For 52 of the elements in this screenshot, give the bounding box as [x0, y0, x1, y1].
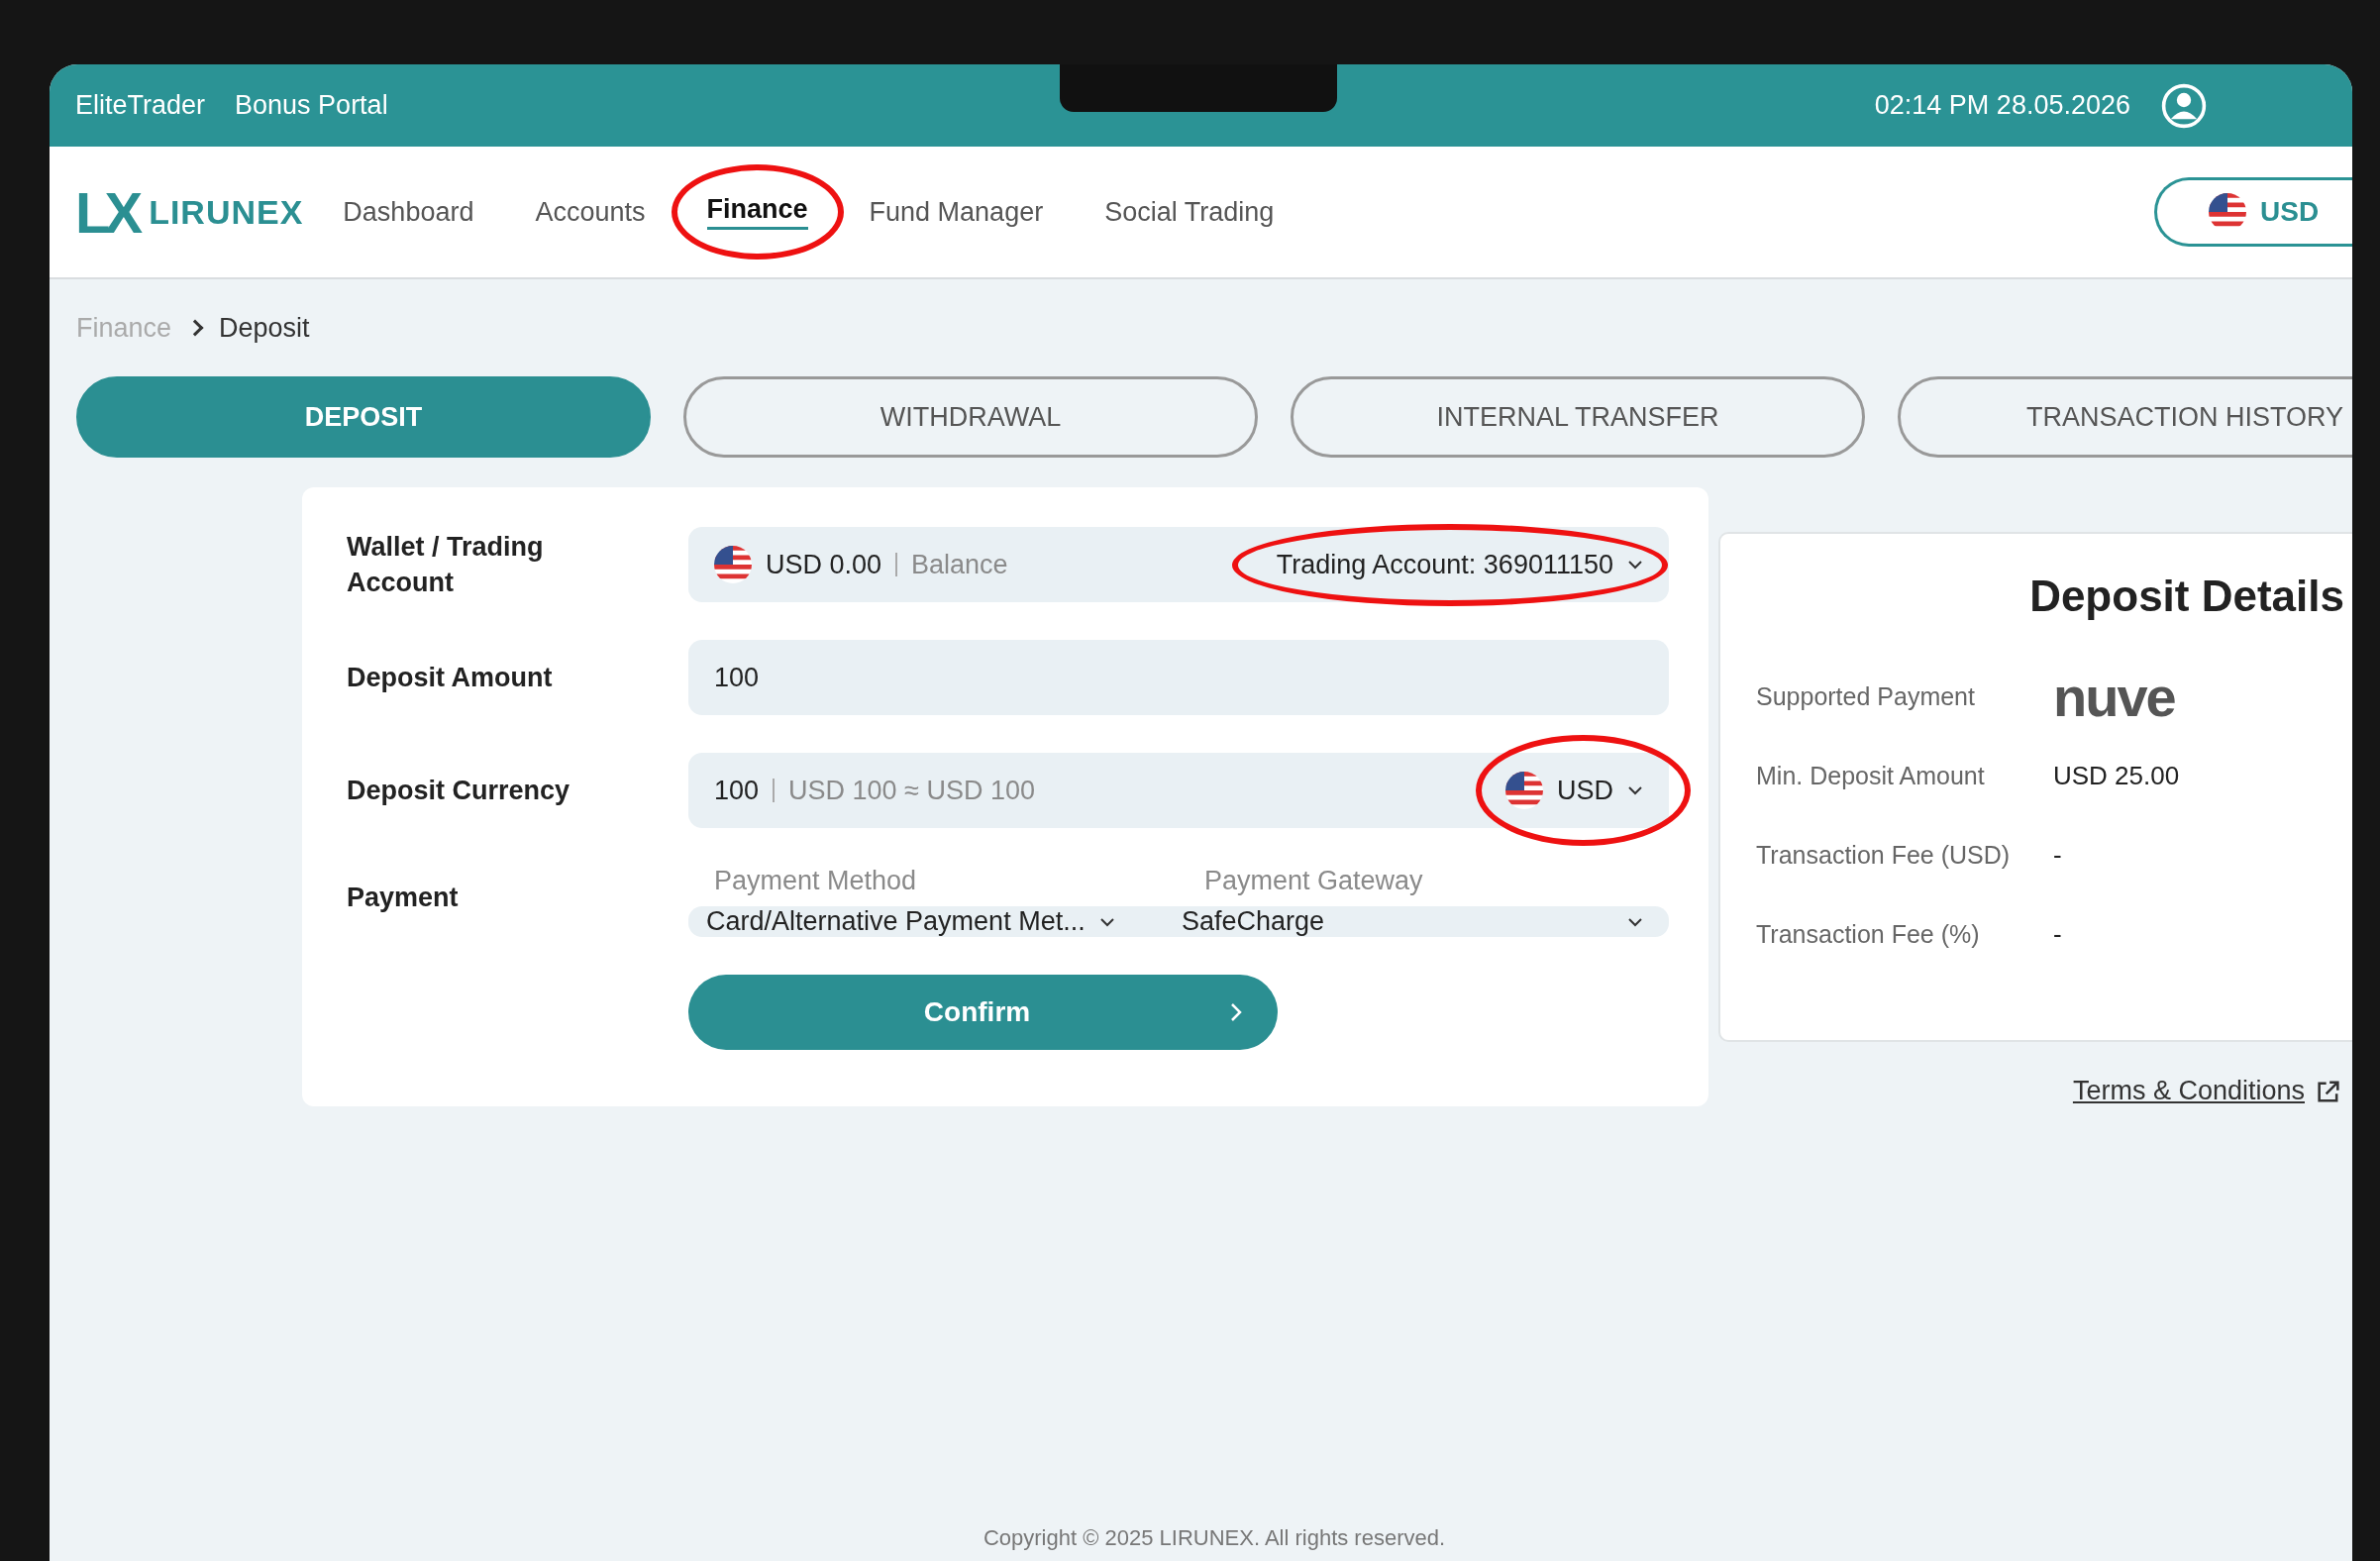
currency-field[interactable]: 100 USD 100 ≈ USD 100 USD	[688, 753, 1669, 828]
flag-icon	[714, 546, 752, 583]
flag-icon	[1505, 772, 1543, 809]
detail-value: USD 25.00	[2053, 760, 2180, 791]
tab[interactable]: TRANSACTION HISTORY	[1898, 376, 2352, 458]
payment-logo: nuve	[2053, 664, 2175, 729]
field-label: Wallet / Trading Account	[347, 531, 545, 599]
field-label: Deposit Amount	[347, 662, 554, 694]
field-label: Deposit Currency	[347, 775, 571, 807]
balance-label: Balance	[911, 549, 1008, 580]
chevron-icon	[1230, 1002, 1242, 1022]
logo: LIRUNEX	[149, 192, 304, 232]
card-title: Deposit Details	[2029, 572, 2344, 621]
caret-icon	[1627, 785, 1643, 795]
conversion-text: USD 100 ≈ USD 100	[788, 775, 1035, 806]
field-label: Payment Gateway	[1203, 866, 1424, 896]
tab[interactable]: INTERNAL TRANSFER	[1291, 376, 1865, 458]
caret-icon	[1627, 916, 1643, 927]
copyright-text: Copyright © 2025 LIRUNEX. All rights reserved.	[983, 1525, 1446, 1551]
detail-label: Transaction Fee (USD)	[1756, 840, 2012, 870]
currency-button[interactable]: USD	[2154, 177, 2352, 247]
breadcrumb-current: Deposit	[219, 312, 310, 344]
payment-method-dropdown[interactable]: Card/Alternative Payment Met...	[706, 906, 1086, 937]
user-icon[interactable]	[2160, 81, 2208, 130]
detail-label: Min. Deposit Amount	[1756, 761, 1986, 790]
detail-value: -	[2053, 918, 2062, 950]
detail-label: Supported Payment	[1756, 681, 1976, 711]
detail-value: -	[2053, 839, 2062, 871]
nav-link[interactable]: Fund Manager	[869, 196, 1044, 228]
tab[interactable]: DEPOSIT	[76, 376, 651, 458]
nav-link[interactable]: Dashboard	[343, 196, 474, 228]
caret-icon	[1627, 560, 1643, 570]
confirm-button[interactable]: Confirm	[688, 975, 1278, 1050]
amount-input[interactable]: 100	[688, 640, 1669, 715]
account-selector[interactable]: Trading Account: 369011150	[1276, 549, 1613, 580]
nav-link[interactable]: Accounts	[535, 196, 646, 228]
nav-link[interactable]: Social Trading	[1104, 196, 1275, 228]
payment-gateway-dropdown[interactable]: SafeCharge	[1182, 906, 1325, 937]
caret-icon	[1098, 916, 1115, 927]
terms-link[interactable]: Terms & Conditions	[2072, 1076, 2305, 1106]
brand-name: EliteTrader	[75, 90, 206, 121]
currency-selector[interactable]: USD	[1557, 775, 1613, 806]
field-label: Payment	[347, 882, 460, 914]
currency-amount: 100	[714, 775, 760, 806]
detail-label: Transaction Fee (%)	[1756, 919, 1981, 949]
logo-mark: LX	[75, 178, 138, 246]
balance-amount: USD 0.00	[766, 549, 882, 580]
field-label: Payment Method	[713, 866, 918, 896]
tab[interactable]: WITHDRAWAL	[683, 376, 1258, 458]
portal-name: Bonus Portal	[235, 90, 388, 121]
date-time: 02:14 PM 28.05.2026	[1874, 90, 2130, 121]
nav-link[interactable]: Finance	[706, 194, 808, 230]
